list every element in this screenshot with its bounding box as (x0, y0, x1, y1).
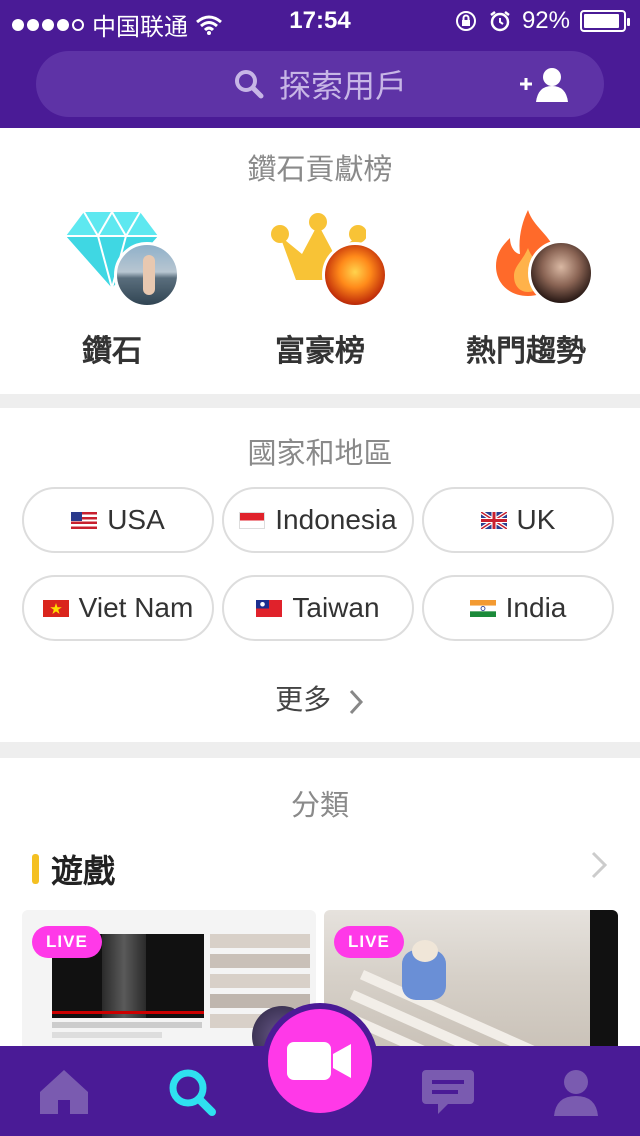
country-label: Viet Nam (78, 592, 194, 623)
live-badge: LIVE (334, 926, 404, 958)
country-label: Indonesia (275, 504, 397, 535)
country-usa-button[interactable]: USA (22, 487, 214, 553)
profile-icon[interactable] (546, 1066, 606, 1118)
ranking-section: 鑽石貢獻榜 鑽石 富豪榜 熱門趨勢 (0, 128, 640, 394)
rank-item-rich[interactable]: 富豪榜 (220, 128, 420, 394)
us-flag-icon (71, 511, 98, 529)
go-live-button[interactable] (262, 1003, 378, 1119)
rank-label-trending: 熱門趨勢 (466, 335, 586, 368)
country-taiwan-button[interactable]: Taiwan (222, 575, 414, 641)
more-label: 更多 (275, 684, 332, 715)
video-camera-icon (287, 1042, 351, 1080)
country-uk-button[interactable]: UK (422, 487, 614, 553)
battery-icon (580, 10, 630, 32)
indonesia-flag-icon (239, 511, 266, 529)
chevron-right-icon (349, 689, 363, 714)
alarm-icon (490, 11, 510, 32)
battery-percent: 92% (521, 7, 570, 34)
countries-section: 國家和地區 USA Indonesia UK Viet Nam Taiwan I… (0, 408, 640, 742)
add-user-icon[interactable] (518, 66, 572, 102)
uk-flag-icon (480, 511, 507, 529)
search-bar[interactable]: 探索用戶 (36, 51, 604, 117)
rank-label-rich: 富豪榜 (275, 335, 365, 368)
search-icon (234, 70, 264, 99)
rank-label-diamond: 鑽石 (82, 335, 142, 368)
more-countries-link[interactable]: 更多 (0, 678, 640, 718)
avatar (114, 242, 180, 308)
chat-icon[interactable] (418, 1066, 478, 1118)
categories-title: 分類 (290, 790, 349, 822)
category-name: 遊戲 (51, 853, 116, 889)
category-marker (32, 854, 39, 884)
rotation-lock-icon (455, 11, 476, 31)
taiwan-flag-icon (256, 599, 283, 617)
avatar (322, 242, 388, 308)
search-input[interactable]: 探索用戶 (279, 61, 407, 107)
status-bar: 中国联通 17:54 92% (0, 0, 640, 41)
home-icon[interactable] (34, 1066, 94, 1118)
country-label: India (505, 592, 567, 623)
header: 中国联通 17:54 92% 探索用戶 (0, 0, 640, 128)
india-flag-icon (469, 599, 496, 617)
rank-item-trending[interactable]: 熱門趨勢 (426, 128, 626, 394)
chevron-right-icon[interactable] (590, 850, 608, 880)
country-indonesia-button[interactable]: Indonesia (222, 487, 414, 553)
country-label: USA (107, 504, 165, 535)
category-header[interactable]: 遊戲 (32, 846, 115, 892)
search-icon[interactable] (162, 1066, 222, 1118)
rank-item-diamond[interactable]: 鑽石 (12, 128, 212, 394)
country-label: UK (516, 504, 556, 535)
country-vietnam-button[interactable]: Viet Nam (22, 575, 214, 641)
vietnam-flag-icon (42, 599, 69, 617)
countries-title: 國家和地區 (247, 438, 393, 470)
live-badge: LIVE (32, 926, 102, 958)
country-india-button[interactable]: India (422, 575, 614, 641)
country-label: Taiwan (292, 592, 380, 623)
avatar (528, 240, 594, 306)
